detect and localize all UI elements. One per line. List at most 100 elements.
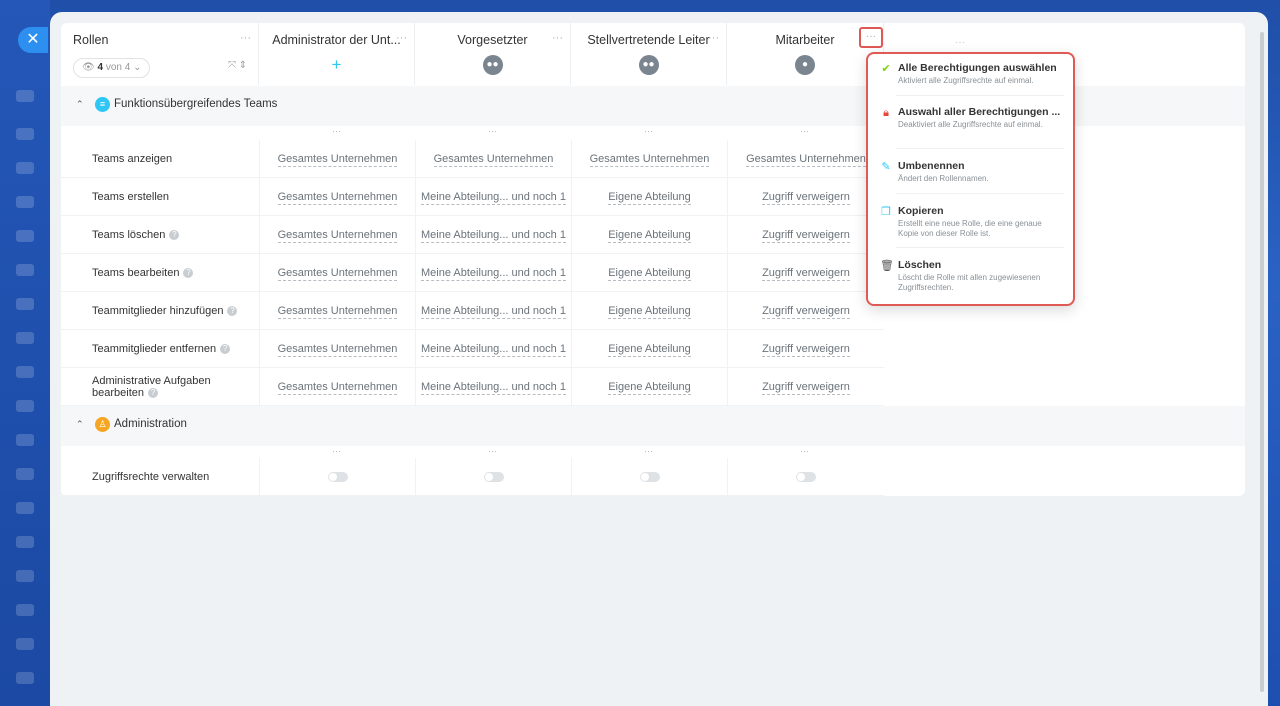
group-header[interactable]: ⌃ ♙ Administration (61, 406, 1245, 446)
column-more-icon[interactable]: ··· (332, 446, 341, 456)
roles-visibility-pill[interactable]: 👁︎ 4 von 4 ⌄ (73, 58, 151, 78)
column-more-icon[interactable]: ··· (800, 446, 809, 456)
permission-cell[interactable]: Gesamtes Unternehmen (259, 140, 415, 178)
permission-cell[interactable]: Gesamtes Unternehmen (259, 292, 415, 330)
help-icon[interactable]: ? (183, 268, 194, 279)
table-row: Teams erstellen Gesamtes Unternehmen Mei… (61, 178, 884, 216)
menu-item-deselect-all[interactable]: 🔒︎ Auswahl aller Berechtigungen ... Deak… (876, 106, 1066, 144)
permission-toggle[interactable] (639, 472, 660, 483)
group-title: Administration (114, 418, 187, 430)
menu-icon[interactable] (16, 162, 34, 174)
menu-icon[interactable] (16, 230, 34, 242)
sort-icon[interactable]: ⤧ ⇕ (228, 60, 247, 71)
permission-cell[interactable]: Gesamtes Unternehmen (571, 140, 727, 178)
permission-cell[interactable]: Meine Abteilung... und noch 1 (415, 254, 571, 292)
menu-icon[interactable] (16, 400, 34, 412)
permission-cell[interactable]: Eigene Abteilung (571, 292, 727, 330)
permission-label: Teammitglieder hinzufügen? (92, 292, 252, 330)
table-row: Teammitglieder hinzufügen? Gesamtes Unte… (61, 292, 884, 330)
column-more-icon[interactable]: ··· (488, 126, 497, 136)
menu-icon[interactable] (16, 332, 34, 344)
permission-cell[interactable]: Zugriff verweigern (727, 368, 884, 406)
menu-icon[interactable] (16, 196, 34, 208)
permission-toggle-cell (259, 458, 415, 496)
menu-icon[interactable] (16, 536, 34, 548)
menu-icon[interactable] (16, 604, 34, 616)
table-row: Teams löschen? Gesamtes Unternehmen Mein… (61, 216, 884, 254)
column-more-icon[interactable]: ··· (644, 446, 653, 456)
chevron-up-icon[interactable]: ⌃ (76, 99, 84, 110)
menu-icon[interactable] (16, 90, 34, 102)
column-more-icon[interactable]: ··· (396, 32, 407, 44)
help-icon[interactable]: ? (169, 230, 180, 241)
permission-cell[interactable]: Gesamtes Unternehmen (259, 254, 415, 292)
permission-cell[interactable]: Meine Abteilung... und noch 1 (415, 368, 571, 406)
roles-title: Rollen (73, 33, 109, 47)
group-avatar-icon[interactable]: ●● (638, 55, 659, 75)
permission-cell[interactable]: Eigene Abteilung (571, 330, 727, 368)
permission-toggle[interactable] (796, 472, 816, 483)
column-more-icon[interactable]: ··· (332, 126, 341, 136)
permission-cell[interactable]: Zugriff verweigern (727, 216, 884, 254)
permission-cell[interactable]: Zugriff verweigern (727, 292, 884, 330)
group-avatar-icon[interactable]: ●● (482, 55, 503, 75)
permission-toggle-cell (571, 458, 727, 496)
permission-toggle[interactable] (327, 472, 348, 483)
permission-cell[interactable]: Gesamtes Unternehmen (415, 140, 571, 178)
menu-icon[interactable] (16, 502, 34, 514)
menu-icon[interactable] (16, 638, 34, 650)
scrollbar[interactable] (1260, 32, 1264, 692)
permission-cell[interactable]: Eigene Abteilung (571, 368, 727, 406)
permission-cell[interactable]: Meine Abteilung... und noch 1 (415, 216, 571, 254)
permission-toggle-cell (415, 458, 571, 496)
close-slider-button[interactable]: ✕ (18, 27, 48, 53)
column-more-icon[interactable]: ··· (644, 126, 653, 136)
permission-cell[interactable]: Gesamtes Unternehmen (259, 330, 415, 368)
help-icon[interactable]: ? (148, 388, 158, 399)
group-title: Funktionsübergreifendes Teams (114, 98, 278, 110)
help-icon[interactable]: ? (227, 306, 238, 317)
column-more-icon[interactable]: ··· (800, 126, 809, 136)
menu-item-delete[interactable]: 🗑︎ Löschen Löscht die Rolle mit allen zu… (876, 259, 1066, 295)
permission-cell[interactable]: Zugriff verweigern (727, 330, 884, 368)
placeholder-dots: ··· (955, 37, 965, 48)
permission-cell[interactable]: Gesamtes Unternehmen (259, 216, 415, 254)
add-member-icon[interactable]: + (327, 55, 347, 75)
permission-cell[interactable]: Eigene Abteilung (571, 254, 727, 292)
permission-cell[interactable]: Meine Abteilung... und noch 1 (415, 330, 571, 368)
menu-item-select-all[interactable]: ✔ Alle Berechtigungen auswählen Aktivier… (876, 62, 1066, 92)
permission-cell[interactable]: Gesamtes Unternehmen (259, 178, 415, 216)
permission-cell[interactable]: Gesamtes Unternehmen (727, 140, 884, 178)
column-more-icon[interactable]: ··· (488, 446, 497, 456)
permission-cell[interactable]: Eigene Abteilung (571, 178, 727, 216)
help-icon[interactable]: ? (220, 344, 231, 355)
permission-cell[interactable]: Eigene Abteilung (571, 216, 727, 254)
table-row: Teams anzeigen Gesamtes Unternehmen Gesa… (61, 140, 884, 178)
menu-icon[interactable] (16, 672, 34, 684)
permission-cell[interactable]: Gesamtes Unternehmen (259, 368, 415, 406)
permission-cell[interactable]: Meine Abteilung... und noch 1 (415, 178, 571, 216)
column-more-icon[interactable]: ··· (552, 32, 563, 44)
column-more-button[interactable]: ··· (859, 27, 883, 48)
column-more-icon[interactable]: ··· (708, 32, 719, 44)
roles-more-icon[interactable]: ··· (240, 32, 251, 44)
menu-icon[interactable] (16, 298, 34, 310)
column-title: Vorgesetzter (457, 33, 528, 47)
user-avatar-icon[interactable]: ● (795, 55, 815, 75)
permission-cell[interactable]: Zugriff verweigern (727, 254, 884, 292)
menu-icon[interactable] (16, 570, 34, 582)
permission-cell[interactable]: Meine Abteilung... und noch 1 (415, 292, 571, 330)
menu-icon[interactable] (16, 434, 34, 446)
menu-icon[interactable] (16, 468, 34, 480)
menu-icon[interactable] (16, 264, 34, 276)
permission-label: Zugriffsrechte verwalten (92, 471, 210, 483)
pencil-icon: ✎ (881, 161, 891, 173)
permission-cell[interactable]: Zugriff verweigern (727, 178, 884, 216)
menu-item-rename[interactable]: ✎ Umbenennen Ändert den Rollennamen. (876, 160, 1066, 188)
menu-icon[interactable] (16, 128, 34, 140)
permission-toggle[interactable] (483, 472, 504, 483)
chevron-up-icon[interactable]: ⌃ (76, 419, 84, 430)
permission-label: Teams anzeigen (92, 153, 173, 165)
menu-item-copy[interactable]: ❐ Kopieren Erstellt eine neue Rolle, die… (876, 205, 1066, 243)
menu-icon[interactable] (16, 366, 34, 378)
